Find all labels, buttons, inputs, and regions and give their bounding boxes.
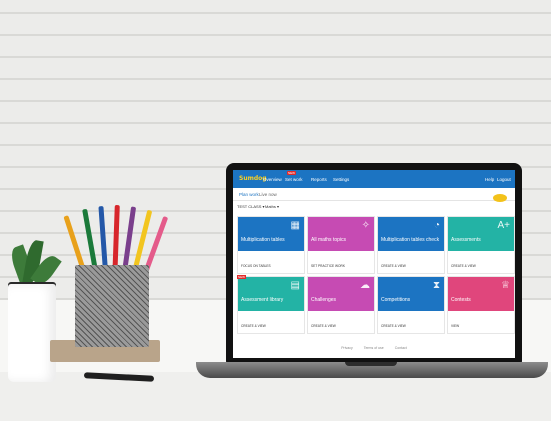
card-header: A+ Assessments (448, 217, 514, 251)
task-card[interactable]: ♕ Contests VIEW (447, 276, 515, 334)
footer-terms[interactable]: Terms of use (364, 346, 384, 350)
nav-overview[interactable]: Overview (263, 177, 282, 182)
mesh-pencil-holder (75, 265, 149, 347)
nav-settings[interactable]: Settings (333, 177, 349, 182)
nav-reports[interactable]: Reports (311, 177, 327, 182)
library-icon: ▤ (290, 280, 300, 291)
desk-edge (0, 372, 551, 421)
card-action-link[interactable]: CREATE & VIEW (451, 264, 476, 268)
new-badge: NEW (287, 171, 296, 175)
class-select[interactable]: TEST CLASS ▾ (237, 204, 265, 209)
card-title: Assessments (451, 237, 481, 243)
brain-icon: ☁ (360, 280, 370, 291)
card-action-link[interactable]: VIEW (451, 324, 459, 328)
card-title: Multiplication tables check (381, 237, 440, 243)
subnav: Plan work Live now (233, 188, 515, 201)
filter-bar: TEST CLASS ▾ Maths ▾ (233, 201, 515, 211)
card-title: Contests (451, 297, 471, 303)
task-card[interactable]: ◔ Multiplication tables check CREATE & VIE… (377, 216, 445, 274)
footer-privacy[interactable]: Privacy (341, 346, 352, 350)
card-title: Competitions (381, 297, 411, 303)
new-badge: NEW (237, 275, 246, 279)
card-header: ▤ Assessment library (238, 277, 304, 311)
card-action-link[interactable]: CREATE & VIEW (311, 324, 336, 328)
card-header: ⧗ Competitions (378, 277, 444, 311)
card-action-link[interactable]: SET PRACTICE WORK (311, 264, 345, 268)
task-card[interactable]: ✧ All maths topics SET PRACTICE WORK (307, 216, 375, 274)
timer-icon: ◔ (433, 220, 440, 231)
task-card[interactable]: A+ Assessments CREATE & VIEW (447, 216, 515, 274)
card-header: ▦ Multiplication tables (238, 217, 304, 251)
card-title: All maths topics (311, 237, 347, 243)
card-header: ✧ All maths topics (308, 217, 374, 251)
nav-logout[interactable]: Logout (497, 177, 511, 182)
footer: Privacy Terms of use Contact (233, 346, 515, 350)
card-action-link[interactable]: CREATE & VIEW (381, 324, 406, 328)
card-action-link[interactable]: FOCUS ON TABLES (241, 264, 271, 268)
tab-live-now[interactable]: Live now (259, 192, 277, 197)
task-card[interactable]: ▤ Assessment library CREATE & VIEW NEW (237, 275, 305, 334)
sparkle-icon: ✧ (361, 220, 370, 231)
nav-set-work[interactable]: Set work (285, 177, 303, 182)
card-title: Challenges (311, 297, 337, 303)
laptop-notch (345, 362, 397, 366)
card-action-link[interactable]: CREATE & VIEW (241, 324, 266, 328)
white-cup (8, 284, 56, 382)
card-title: Multiplication tables (241, 237, 285, 243)
grid-icon: ▦ (290, 220, 300, 231)
laptop-screen: Sumdog Overview Set work NEW Reports Set… (233, 170, 515, 358)
task-card[interactable]: ⧗ Competitions CREATE & VIEW (377, 276, 445, 334)
subject-select[interactable]: Maths ▾ (265, 204, 279, 209)
card-header: ◔ Multiplication tables check (378, 217, 444, 251)
card-action-link[interactable]: CREATE & VIEW (381, 264, 406, 268)
task-card[interactable]: ▦ Multiplication tables FOCUS ON TABLES (237, 216, 305, 274)
card-header: ☁ Challenges (308, 277, 374, 311)
tab-plan-work[interactable]: Plan work (239, 192, 259, 197)
trophy-icon: ♕ (501, 280, 510, 291)
hourglass-icon: ⧗ (432, 280, 440, 291)
nav-help[interactable]: Help (485, 177, 494, 182)
card-title: Assessment library (241, 297, 284, 303)
top-nav: Sumdog Overview Set work NEW Reports Set… (233, 170, 515, 188)
task-card[interactable]: ☁ Challenges CREATE & VIEW (307, 276, 375, 334)
a-plus-icon: A+ (497, 220, 510, 231)
card-header: ♕ Contests (448, 277, 514, 311)
footer-contact[interactable]: Contact (395, 346, 407, 350)
